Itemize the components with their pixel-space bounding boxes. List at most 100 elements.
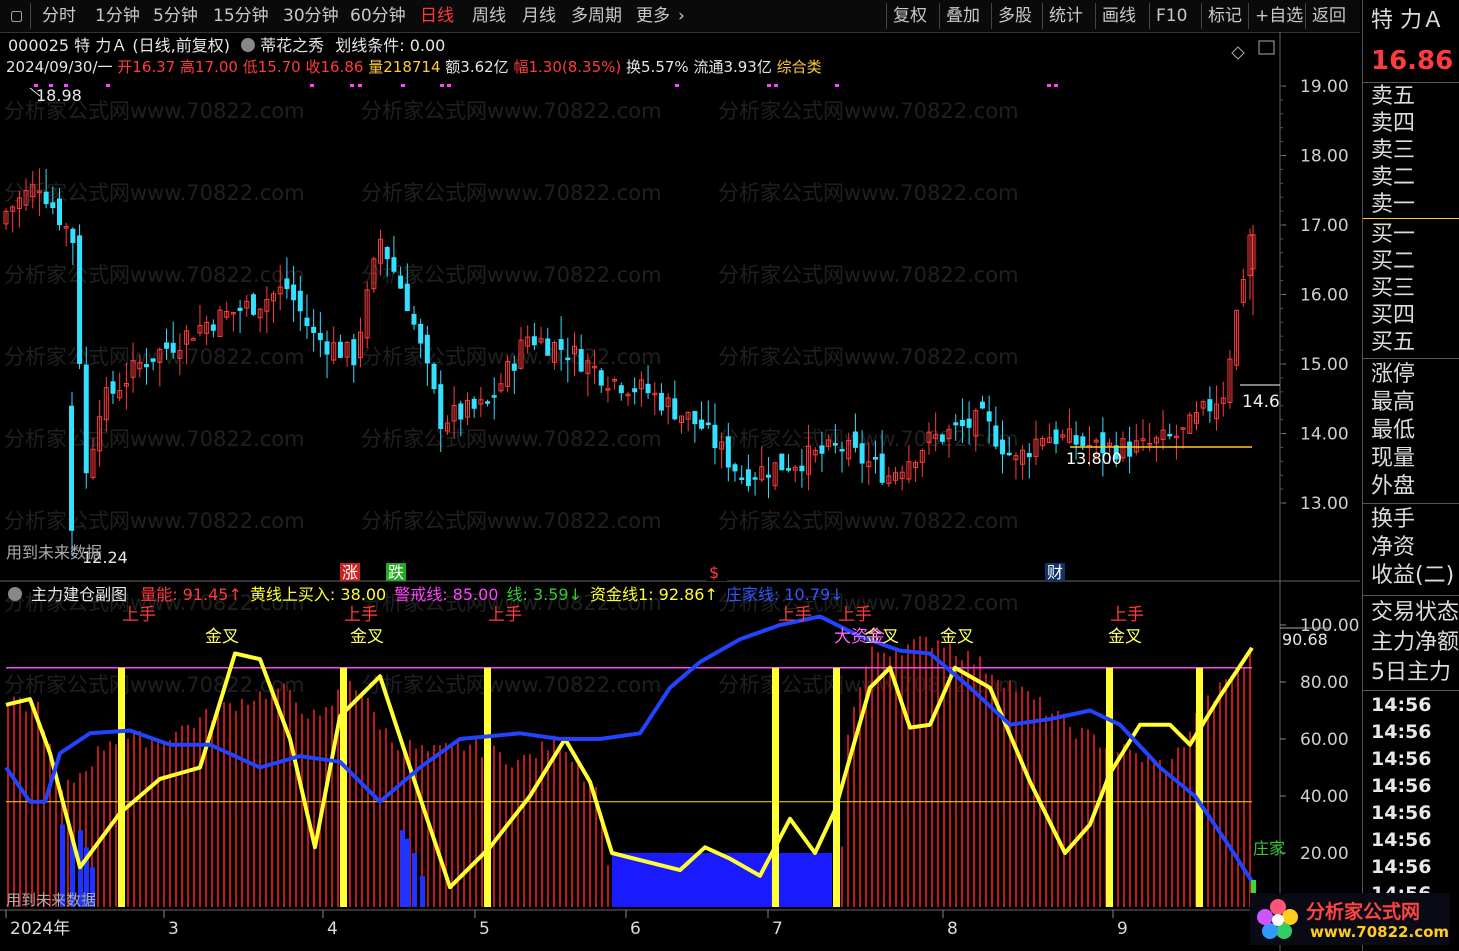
zhuang-label: 庄家	[1253, 839, 1285, 858]
candle-body	[819, 445, 825, 454]
candle-body	[618, 385, 624, 394]
watermark: 分析家公式网www.70822.com	[361, 99, 662, 123]
candle-body	[1127, 441, 1133, 457]
signal-label: 大资金	[834, 627, 885, 647]
candle-body	[966, 418, 972, 428]
sub-legend-item-3: 线: 3.59↓	[506, 585, 583, 604]
toolbar-btn-0[interactable]: 复权	[893, 4, 927, 28]
signal-label: 上手	[1110, 605, 1144, 625]
period-tab-10[interactable]: 更多	[636, 4, 670, 28]
bid-level-4: 买五	[1371, 330, 1416, 355]
event-marker[interactable]: 跌	[388, 563, 404, 582]
toolbar-btn-2[interactable]: 多股	[998, 4, 1032, 28]
candle-body	[658, 392, 664, 411]
period-tab-4[interactable]: 30分钟	[283, 4, 339, 28]
toolbar-btn-5[interactable]: F10	[1156, 4, 1187, 28]
period-tab-2[interactable]: 5分钟	[153, 4, 198, 28]
chart-canvas[interactable]: 分析家公式网www.70822.com 分析家公式网www.70822.com 分析…	[0, 32, 1360, 951]
candle-body	[69, 405, 74, 531]
diamond-icon[interactable]	[1231, 46, 1245, 60]
sub-chart-title[interactable]: 主力建仓副图	[31, 585, 127, 604]
period-tab-0[interactable]: 分时	[42, 4, 76, 28]
toolbar-btn-3[interactable]: 统计	[1049, 4, 1083, 28]
candle-body	[438, 384, 444, 430]
watermark: 分析家公式网www.70822.com	[4, 345, 305, 369]
stock-code-name[interactable]: 000025 特 力Ａ	[8, 36, 127, 55]
period-tab-7[interactable]: 周线	[472, 4, 506, 28]
candle-body	[786, 468, 792, 471]
watermark: 分析家公式网www.70822.com	[361, 509, 662, 533]
candle-body	[351, 339, 357, 366]
period-tab-5[interactable]: 60分钟	[350, 4, 406, 28]
candle-body	[57, 198, 63, 226]
y-tick-label: 16.00	[1300, 286, 1349, 306]
toolbar-btn-1[interactable]: 叠加	[946, 4, 980, 28]
sub-y-tick-label: 40.00	[1300, 787, 1349, 807]
signal-label: 上手	[838, 605, 872, 625]
quote-category[interactable]: 综合类	[777, 58, 822, 76]
bid-level-3: 买四	[1371, 303, 1416, 328]
period-tab-1[interactable]: 1分钟	[95, 4, 140, 28]
candle-body	[1053, 429, 1059, 445]
panel-tab-2[interactable]: 5日主力	[1371, 660, 1451, 686]
signal-dot	[106, 84, 110, 87]
event-marker[interactable]: 财	[1047, 563, 1063, 582]
toolbar-btn-8[interactable]: 返回	[1312, 4, 1346, 28]
period-tab-3[interactable]: 15分钟	[213, 4, 269, 28]
candle-body	[832, 443, 838, 446]
candle-body	[959, 419, 965, 427]
more-chevron-icon[interactable]: ›	[678, 4, 685, 28]
stat2-row-0: 换手	[1371, 507, 1416, 532]
candle-body	[511, 363, 517, 371]
sub-toggle-icon[interactable]	[8, 587, 22, 601]
ask-level-2: 卖三	[1371, 138, 1416, 163]
bid-level-1: 买二	[1371, 249, 1416, 274]
signal-bar	[484, 667, 491, 907]
stat2-row-2: 收益(二)	[1371, 563, 1455, 588]
toolbar-btn-6[interactable]: 标记	[1208, 4, 1242, 28]
signal-label: 金叉	[205, 627, 239, 647]
signal-dot	[350, 84, 354, 87]
signal-dot	[401, 84, 405, 87]
toolbar-btn-7[interactable]: +自选	[1255, 4, 1303, 28]
panel-tab-0[interactable]: 交易状态	[1371, 600, 1459, 626]
trade-time-1: 14:56	[1371, 721, 1432, 743]
watermark: 分析家公式网www.70822.com	[718, 263, 1019, 287]
future-data-note: 用到未来数据	[6, 543, 102, 562]
indicator-name[interactable]: 蒂花之秀	[260, 36, 324, 55]
signal-label: 上手	[488, 605, 522, 625]
panel-tab-1[interactable]: 主力净额	[1371, 630, 1459, 656]
signal-dot	[440, 84, 444, 87]
candle-body	[70, 228, 76, 244]
candle-body	[337, 341, 343, 358]
candle-body	[598, 370, 604, 386]
candle-body	[83, 364, 89, 474]
signal-dot	[1047, 84, 1051, 87]
candle-body	[692, 411, 698, 425]
sub-legend-item-4: 资金线1: 92.86↑	[590, 585, 718, 604]
event-marker[interactable]: 涨	[342, 563, 358, 582]
candle-body	[77, 235, 83, 364]
signal-bar	[118, 667, 125, 907]
candle-body	[705, 422, 711, 426]
menu-square-icon[interactable]: ▢	[10, 4, 23, 28]
indicator-toggle-icon[interactable]	[241, 38, 256, 52]
stat2-row-1: 净资	[1371, 535, 1416, 560]
candle-body	[143, 364, 149, 368]
event-marker[interactable]: $	[709, 563, 719, 582]
panel-toggle-icon[interactable]	[1258, 40, 1275, 55]
candle-body	[558, 339, 564, 350]
period-tab-8[interactable]: 月线	[522, 4, 556, 28]
period-tab-6[interactable]: 日线	[420, 4, 454, 28]
blue-bar	[405, 838, 410, 907]
stat-row-4: 外盘	[1371, 474, 1416, 499]
quote-change: 幅1.30(8.35%)	[513, 58, 622, 76]
period-tab-9[interactable]: 多周期	[571, 4, 622, 28]
watermark: 分析家公式网www.70822.com	[4, 427, 305, 451]
sub-legend-item-0: 量能: 91.45↑	[140, 585, 242, 604]
signal-dot	[835, 84, 839, 87]
candle-body	[565, 357, 571, 361]
toolbar-btn-4[interactable]: 画线	[1102, 4, 1136, 28]
quote-low: 低15.70	[242, 58, 301, 76]
level-label: 13.800	[1066, 449, 1122, 468]
